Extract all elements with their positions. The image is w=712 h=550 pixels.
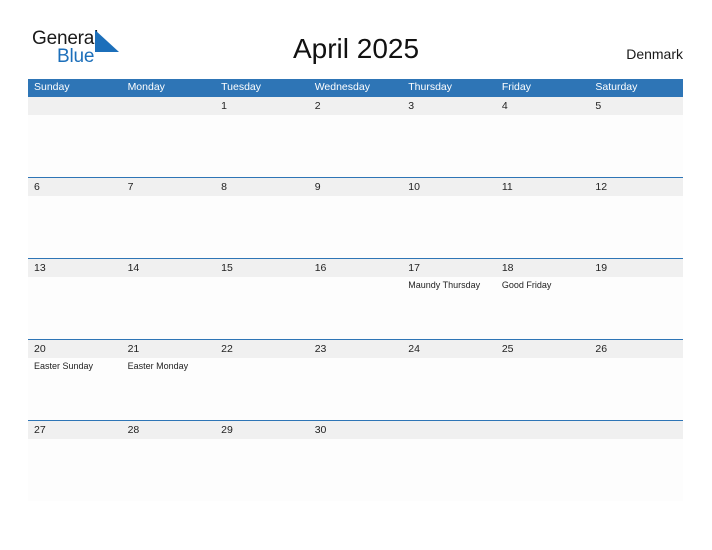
day-number: 14 [127, 262, 140, 274]
day-cell[interactable]: 17 Maundy Thursday [402, 259, 496, 339]
day-event: Easter Sunday [34, 361, 94, 371]
day-cell[interactable]: 21 Easter Monday [122, 340, 216, 420]
day-number: 22 [221, 343, 233, 355]
day-cell[interactable]: 19 [589, 259, 683, 339]
day-cell[interactable] [402, 421, 496, 501]
day-cell[interactable]: 25 [496, 340, 590, 420]
weekday-header-tuesday: Tuesday [221, 81, 262, 93]
weekday-header-wednesday: Wednesday [314, 81, 370, 93]
day-number: 7 [127, 181, 134, 193]
day-cell[interactable]: 18 Good Friday [496, 259, 590, 339]
day-number: 26 [595, 343, 608, 355]
day-cell[interactable] [589, 421, 683, 501]
weekday-header-thursday: Thursday [408, 81, 453, 93]
day-number: 10 [408, 181, 420, 193]
day-cell[interactable]: 5 [589, 97, 683, 177]
day-number: 2 [314, 100, 321, 112]
day-cell[interactable]: 7 [122, 178, 216, 258]
day-number: 21 [127, 343, 140, 355]
day-number: 5 [595, 100, 602, 112]
day-cell[interactable] [122, 97, 216, 177]
day-cell[interactable]: 16 [309, 259, 403, 339]
weekday-header-monday: Monday [127, 81, 165, 93]
day-cell[interactable]: 26 [589, 340, 683, 420]
week-row: 13 14 15 16 17 Maundy Thursday 18 Good Fri… [28, 258, 683, 339]
day-number: 9 [314, 181, 321, 193]
day-number: 20 [34, 343, 46, 355]
day-cell[interactable]: 2 [309, 97, 403, 177]
day-cell[interactable]: 24 [402, 340, 496, 420]
day-cell[interactable]: 22 [215, 340, 309, 420]
day-number: 11 [501, 181, 513, 193]
day-cell[interactable]: 27 [28, 421, 122, 501]
page-title: April 2025 [292, 33, 420, 64]
day-cell[interactable]: 9 [309, 178, 403, 258]
country-label: Denmark [626, 46, 683, 62]
day-number: 28 [127, 424, 140, 436]
day-number: 30 [314, 424, 327, 436]
day-cell[interactable]: 10 [402, 178, 496, 258]
day-event: Maundy Thursday [408, 280, 481, 290]
day-number: 6 [34, 181, 40, 193]
day-cell[interactable]: 11 [496, 178, 590, 258]
week-row: 20 Easter Sunday 21 Easter Monday 22 23 24… [28, 339, 683, 420]
day-number: 13 [34, 262, 46, 274]
day-cell[interactable] [28, 97, 122, 177]
day-cell[interactable]: 6 [28, 178, 122, 258]
day-cell[interactable]: 30 [309, 421, 403, 501]
day-number: 25 [501, 343, 514, 355]
day-number: 1 [221, 100, 227, 112]
day-number: 23 [314, 343, 327, 355]
day-event: Good Friday [501, 280, 552, 290]
day-cell[interactable]: 29 [215, 421, 309, 501]
day-number: 8 [221, 181, 227, 193]
day-cell[interactable]: 1 [215, 97, 309, 177]
week-row: 27 28 29 30 [28, 420, 683, 501]
day-number: 29 [221, 424, 233, 436]
day-number: 24 [408, 343, 420, 355]
day-number: 16 [314, 262, 327, 274]
day-cell[interactable] [496, 421, 590, 501]
day-number: 3 [408, 100, 415, 112]
day-number: 15 [221, 262, 233, 274]
day-event: Easter Monday [127, 361, 189, 371]
day-number: 19 [595, 262, 608, 274]
calendar-grid: Sunday Monday Tuesday Wednesday Thursday… [28, 79, 683, 501]
day-number: 18 [501, 262, 514, 274]
day-cell[interactable]: 4 [496, 97, 590, 177]
week-row: 6 7 8 9 10 11 12 [28, 177, 683, 258]
day-cell[interactable]: 23 [309, 340, 403, 420]
page-header: General Blue April 2025 Denmark [0, 0, 712, 79]
day-number: 12 [595, 181, 608, 193]
day-number: 27 [34, 424, 46, 436]
day-cell[interactable]: 8 [215, 178, 309, 258]
weekday-header-sunday: Sunday [34, 81, 70, 93]
day-cell[interactable]: 3 [402, 97, 496, 177]
weekday-header-friday: Friday [501, 81, 531, 93]
day-number: 4 [501, 100, 508, 112]
week-row: 1 2 3 4 5 [28, 96, 683, 177]
day-cell[interactable]: 20 Easter Sunday [28, 340, 122, 420]
day-cell[interactable]: 15 [215, 259, 309, 339]
weekday-header-row: Sunday Monday Tuesday Wednesday Thursday… [28, 79, 683, 96]
day-cell[interactable]: 12 [589, 178, 683, 258]
day-cell[interactable]: 14 [122, 259, 216, 339]
weekday-header-saturday: Saturday [595, 81, 638, 93]
day-cell[interactable]: 13 [28, 259, 122, 339]
day-number: 17 [408, 262, 420, 274]
day-cell[interactable]: 28 [122, 421, 216, 501]
